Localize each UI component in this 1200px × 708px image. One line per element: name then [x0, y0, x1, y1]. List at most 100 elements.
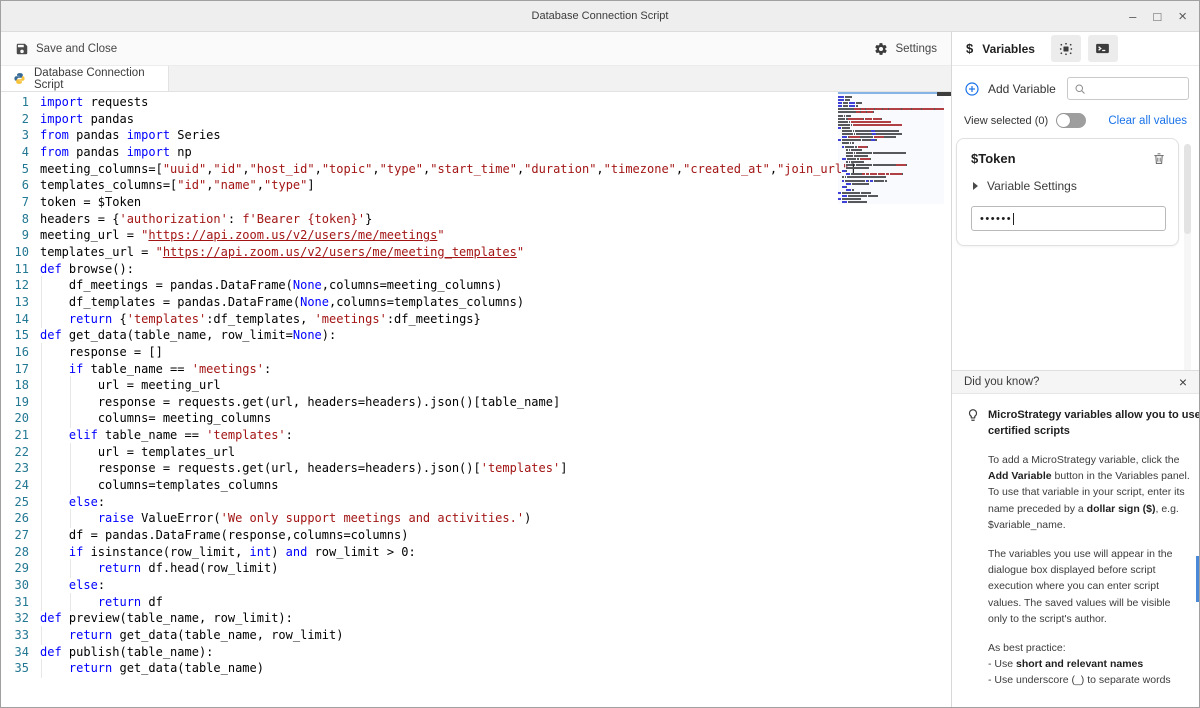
window-title: Database Connection Script [532, 10, 669, 22]
code-line[interactable]: raise ValueError('We only support meetin… [40, 510, 857, 527]
variables-tab-label[interactable]: Variables [982, 42, 1035, 56]
code-line[interactable]: response = requests.get(url, headers=hea… [40, 394, 857, 411]
view-selected-label: View selected (0) [964, 115, 1048, 127]
tab-strip: Database Connection Script [1, 66, 951, 92]
tab-label: Database Connection Script [34, 67, 168, 91]
add-variable-button[interactable]: Add Variable [988, 82, 1067, 96]
code-line[interactable]: url = templates_url [40, 444, 857, 461]
code-line[interactable]: return {'templates':df_templates, 'meeti… [40, 311, 857, 328]
gear-icon [874, 42, 888, 56]
code-line[interactable]: headers = {'authorization': f'Bearer {to… [40, 211, 857, 228]
code-line[interactable]: def browse(): [40, 261, 857, 278]
code-line[interactable]: meeting_url = "https://api.zoom.us/v2/us… [40, 227, 857, 244]
code-line[interactable]: templates_url = "https://api.zoom.us/v2/… [40, 244, 857, 261]
maximize-button[interactable]: □ [1153, 9, 1161, 24]
code-line[interactable]: from pandas import Series [40, 127, 857, 144]
settings-button[interactable]: Settings [874, 42, 937, 56]
packages-icon [1058, 41, 1074, 57]
indent-guide [40, 344, 69, 361]
indent-guide [40, 494, 69, 511]
code-line[interactable]: elif table_name == 'templates': [40, 427, 857, 444]
code-line[interactable]: meeting_columns=["uuid","id","host_id","… [40, 161, 857, 178]
code-line[interactable]: templates_columns=["id","name","type"] [40, 177, 857, 194]
variable-settings-label: Variable Settings [987, 179, 1077, 193]
indent-guide [40, 311, 69, 328]
add-variable-plus-icon[interactable] [964, 81, 980, 97]
panel-header: $ Variables [952, 32, 1199, 66]
editor-scrollbar-thumb[interactable] [937, 92, 951, 96]
masked-value: •••••• [980, 213, 1012, 225]
line-number: 15 [1, 327, 29, 344]
dyk-paragraph: To add a MicroStrategy variable, click t… [988, 452, 1191, 533]
code-line[interactable]: def get_data(table_name, row_limit=None)… [40, 327, 857, 344]
line-number: 14 [1, 311, 29, 328]
search-input[interactable] [1090, 82, 1184, 96]
variable-settings-expander[interactable]: Variable Settings [971, 179, 1166, 193]
indent-guide [40, 660, 69, 677]
code-line[interactable]: from pandas import np [40, 144, 857, 161]
code-line[interactable]: if isinstance(row_limit, int) and row_li… [40, 544, 857, 561]
code-line[interactable]: return df.head(row_limit) [40, 560, 857, 577]
delete-variable-button[interactable] [1152, 151, 1166, 166]
code-line[interactable]: columns=templates_columns [40, 477, 857, 494]
minimize-button[interactable]: – [1129, 9, 1136, 24]
line-number: 29 [1, 560, 29, 577]
code-line[interactable]: def publish(table_name): [40, 644, 857, 661]
code-line[interactable]: import pandas [40, 111, 857, 128]
close-button[interactable]: × [1178, 8, 1187, 25]
indent-guide [40, 394, 69, 411]
code-line[interactable]: return get_data(table_name, row_limit) [40, 627, 857, 644]
code-line[interactable]: response = [] [40, 344, 857, 361]
code-line[interactable]: return df [40, 594, 857, 611]
code-line[interactable]: if table_name == 'meetings': [40, 361, 857, 378]
save-and-close-button[interactable]: Save and Close [15, 42, 117, 56]
code-line[interactable]: df_templates = pandas.DataFrame(None,col… [40, 294, 857, 311]
line-number: 32 [1, 610, 29, 627]
panel-scrollbar-thumb[interactable] [1184, 144, 1191, 234]
clear-all-values-link[interactable]: Clear all values [1108, 115, 1187, 127]
tab-database-connection-script[interactable]: Database Connection Script [1, 66, 169, 91]
minimap-slider[interactable] [838, 92, 944, 204]
indent-guide [40, 277, 69, 294]
line-number: 10 [1, 244, 29, 261]
code-line[interactable]: token = $Token [40, 194, 857, 211]
code-editor[interactable]: 1234567891011121314151617181920212223242… [1, 92, 951, 707]
packages-button[interactable] [1051, 35, 1081, 62]
code-line[interactable]: columns= meeting_columns [40, 410, 857, 427]
indent-guide [40, 594, 69, 611]
did-you-know-close-icon[interactable]: × [1179, 374, 1187, 390]
indent-guide [40, 427, 69, 444]
code-line[interactable]: df_meetings = pandas.DataFrame(None,colu… [40, 277, 857, 294]
did-you-know-panel: Did you know? × MicroStrategy variables … [952, 370, 1199, 707]
indent-guide [40, 361, 69, 378]
code-line[interactable]: else: [40, 494, 857, 511]
view-selected-toggle[interactable] [1056, 113, 1086, 128]
indent-guide [69, 377, 98, 394]
dyk-paragraph: The variables you use will appear in the… [988, 546, 1191, 627]
code-line[interactable]: import requests [40, 94, 857, 111]
minimap[interactable] [838, 92, 944, 707]
did-you-know-title: Did you know? [964, 376, 1039, 388]
line-number: 35 [1, 660, 29, 677]
code-line[interactable]: def preview(table_name, row_limit): [40, 610, 857, 627]
indent-guide [69, 510, 98, 527]
lightbulb-icon [966, 407, 988, 439]
code-line[interactable]: url = meeting_url [40, 377, 857, 394]
code-line[interactable]: else: [40, 577, 857, 594]
window-scrollbar-thumb[interactable] [1196, 556, 1199, 602]
did-you-know-header: Did you know? × [952, 371, 1199, 394]
indent-guide [40, 544, 69, 561]
indent-guide [40, 410, 69, 427]
code-lines[interactable]: import requestsimport pandasfrom pandas … [40, 94, 857, 677]
gutter: 1234567891011121314151617181920212223242… [1, 94, 29, 677]
settings-label: Settings [895, 43, 937, 55]
console-button[interactable] [1088, 35, 1118, 62]
variable-value-input[interactable]: •••••• [971, 206, 1166, 231]
text-cursor [1013, 213, 1014, 225]
code-line[interactable]: return get_data(table_name) [40, 660, 857, 677]
search-box[interactable] [1067, 77, 1189, 100]
code-line[interactable]: df = pandas.DataFrame(response,columns=c… [40, 527, 857, 544]
code-line[interactable]: response = requests.get(url, headers=hea… [40, 460, 857, 477]
variable-name: $Token [971, 151, 1016, 166]
panel-scrollbar[interactable] [1184, 144, 1191, 384]
